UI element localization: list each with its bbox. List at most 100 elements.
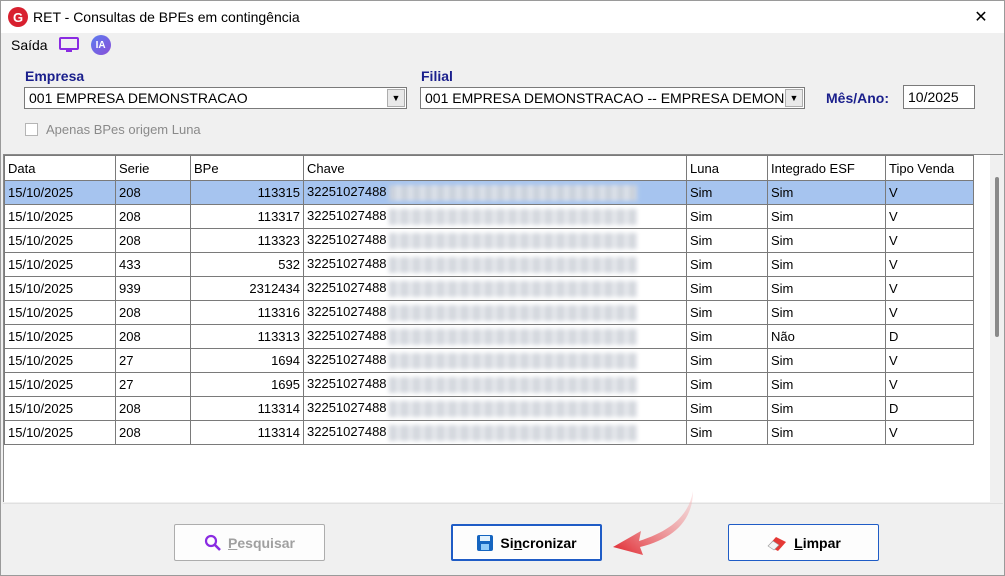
table-row[interactable]: 15/10/2025 433 532 32251027488 Sim Sim V (4, 252, 974, 277)
cell-serie: 208 (115, 228, 191, 253)
cell-data: 15/10/2025 (4, 348, 116, 373)
cell-integrado-esf: Sim (767, 348, 886, 373)
chave-text: 32251027488 (307, 208, 387, 224)
cell-serie: 208 (115, 180, 191, 205)
pesquisar-button[interactable]: Pesquisar (174, 524, 325, 561)
cell-data: 15/10/2025 (4, 180, 116, 205)
cell-tipo-venda: V (885, 420, 974, 445)
cell-integrado-esf: Não (767, 324, 886, 349)
redacted-blur (388, 352, 637, 369)
sincronizar-button[interactable]: Si n cronizar (451, 524, 602, 561)
table-row[interactable]: 15/10/2025 208 113314 32251027488 Sim Si… (4, 396, 974, 421)
cell-serie: 208 (115, 396, 191, 421)
redacted-blur (388, 208, 637, 225)
cell-tipo-venda: V (885, 372, 974, 397)
cell-integrado-esf: Sim (767, 396, 886, 421)
cell-chave: 32251027488 (303, 372, 687, 397)
cell-serie: 939 (115, 276, 191, 301)
cell-tipo-venda: V (885, 228, 974, 253)
table-row[interactable]: 15/10/2025 208 113316 32251027488 Sim Si… (4, 300, 974, 325)
filial-select[interactable]: 001 EMPRESA DEMONSTRACAO -- EMPRESA DEMO… (420, 87, 805, 109)
apenas-luna-checkbox-row[interactable]: Apenas BPes origem Luna (25, 122, 201, 137)
bpe-table: Data Serie BPe Chave Luna Integrado ESF … (4, 155, 974, 445)
column-header-data[interactable]: Data (4, 155, 116, 181)
cell-data: 15/10/2025 (4, 324, 116, 349)
chave-text: 32251027488 (307, 256, 387, 272)
cell-serie: 208 (115, 300, 191, 325)
empresa-select[interactable]: 001 EMPRESA DEMONSTRACAO ▼ (24, 87, 407, 109)
cell-chave: 32251027488 (303, 228, 687, 253)
cell-luna: Sim (686, 228, 768, 253)
annotation-arrow-icon (613, 491, 693, 555)
chevron-down-icon[interactable]: ▼ (785, 89, 803, 107)
chave-text: 32251027488 (307, 280, 387, 296)
cell-data: 15/10/2025 (4, 420, 116, 445)
cell-data: 15/10/2025 (4, 204, 116, 229)
table-row[interactable]: 15/10/2025 208 113315 32251027488 Sim Si… (4, 180, 974, 205)
cell-luna: Sim (686, 204, 768, 229)
empresa-value: 001 EMPRESA DEMONSTRACAO (29, 90, 248, 106)
table-row[interactable]: 15/10/2025 208 113317 32251027488 Sim Si… (4, 204, 974, 229)
cell-bpe: 2312434 (190, 276, 304, 301)
table-row[interactable]: 15/10/2025 27 1694 32251027488 Sim Sim V (4, 348, 974, 373)
table-row[interactable]: 15/10/2025 208 113313 32251027488 Sim Nã… (4, 324, 974, 349)
cell-bpe: 113323 (190, 228, 304, 253)
button-bar: Pesquisar Si n cronizar Limpar (3, 503, 1003, 575)
cell-tipo-venda: V (885, 180, 974, 205)
vertical-scrollbar[interactable] (990, 155, 1004, 502)
column-header-luna[interactable]: Luna (686, 155, 768, 181)
chave-text: 32251027488 (307, 352, 387, 368)
cell-chave: 32251027488 (303, 180, 687, 205)
cell-data: 15/10/2025 (4, 252, 116, 277)
chave-text: 32251027488 (307, 400, 387, 416)
apenas-luna-label: Apenas BPes origem Luna (46, 122, 201, 137)
cell-luna: Sim (686, 348, 768, 373)
cell-data: 15/10/2025 (4, 276, 116, 301)
cell-bpe: 1695 (190, 372, 304, 397)
pesquisar-label: esquisar (237, 534, 295, 551)
empresa-label: Empresa (25, 68, 85, 84)
cell-tipo-venda: V (885, 252, 974, 277)
bpe-grid: Data Serie BPe Chave Luna Integrado ESF … (3, 154, 1004, 502)
cell-bpe: 113314 (190, 396, 304, 421)
redacted-blur (388, 280, 637, 297)
apenas-luna-checkbox[interactable] (25, 123, 38, 136)
chave-text: 32251027488 (307, 304, 387, 320)
cell-chave: 32251027488 (303, 300, 687, 325)
cell-luna: Sim (686, 252, 768, 277)
cell-integrado-esf: Sim (767, 300, 886, 325)
limpar-button[interactable]: Limpar (728, 524, 879, 561)
cell-integrado-esf: Sim (767, 228, 886, 253)
cell-tipo-venda: D (885, 396, 974, 421)
table-row[interactable]: 15/10/2025 208 113323 32251027488 Sim Si… (4, 228, 974, 253)
table-row[interactable]: 15/10/2025 27 1695 32251027488 Sim Sim V (4, 372, 974, 397)
column-header-chave[interactable]: Chave (303, 155, 687, 181)
cell-tipo-venda: V (885, 300, 974, 325)
ia-assistant-icon[interactable]: IA (90, 35, 111, 55)
cell-bpe: 113313 (190, 324, 304, 349)
table-row[interactable]: 15/10/2025 939 2312434 32251027488 Sim S… (4, 276, 974, 301)
column-header-tipo-venda[interactable]: Tipo Venda (885, 155, 974, 181)
cell-serie: 208 (115, 420, 191, 445)
save-disk-icon (476, 534, 494, 552)
redacted-blur (388, 256, 637, 273)
column-header-integrado-esf[interactable]: Integrado ESF (767, 155, 886, 181)
close-button[interactable]: ✕ (958, 1, 1004, 33)
table-row[interactable]: 15/10/2025 208 113314 32251027488 Sim Si… (4, 420, 974, 445)
column-header-bpe[interactable]: BPe (190, 155, 304, 181)
chevron-down-icon[interactable]: ▼ (387, 89, 405, 107)
cell-bpe: 532 (190, 252, 304, 277)
menu-saida[interactable]: Saída (11, 37, 48, 53)
cell-integrado-esf: Sim (767, 180, 886, 205)
cell-tipo-venda: D (885, 324, 974, 349)
monitor-icon[interactable] (58, 36, 80, 54)
cell-tipo-venda: V (885, 204, 974, 229)
column-header-serie[interactable]: Serie (115, 155, 191, 181)
cell-chave: 32251027488 (303, 276, 687, 301)
scrollbar-thumb[interactable] (995, 177, 999, 337)
cell-luna: Sim (686, 372, 768, 397)
mes-ano-input[interactable] (903, 85, 975, 109)
cell-chave: 32251027488 (303, 252, 687, 277)
app-window: G RET - Consultas de BPEs em contingênci… (0, 0, 1005, 576)
cell-tipo-venda: V (885, 348, 974, 373)
